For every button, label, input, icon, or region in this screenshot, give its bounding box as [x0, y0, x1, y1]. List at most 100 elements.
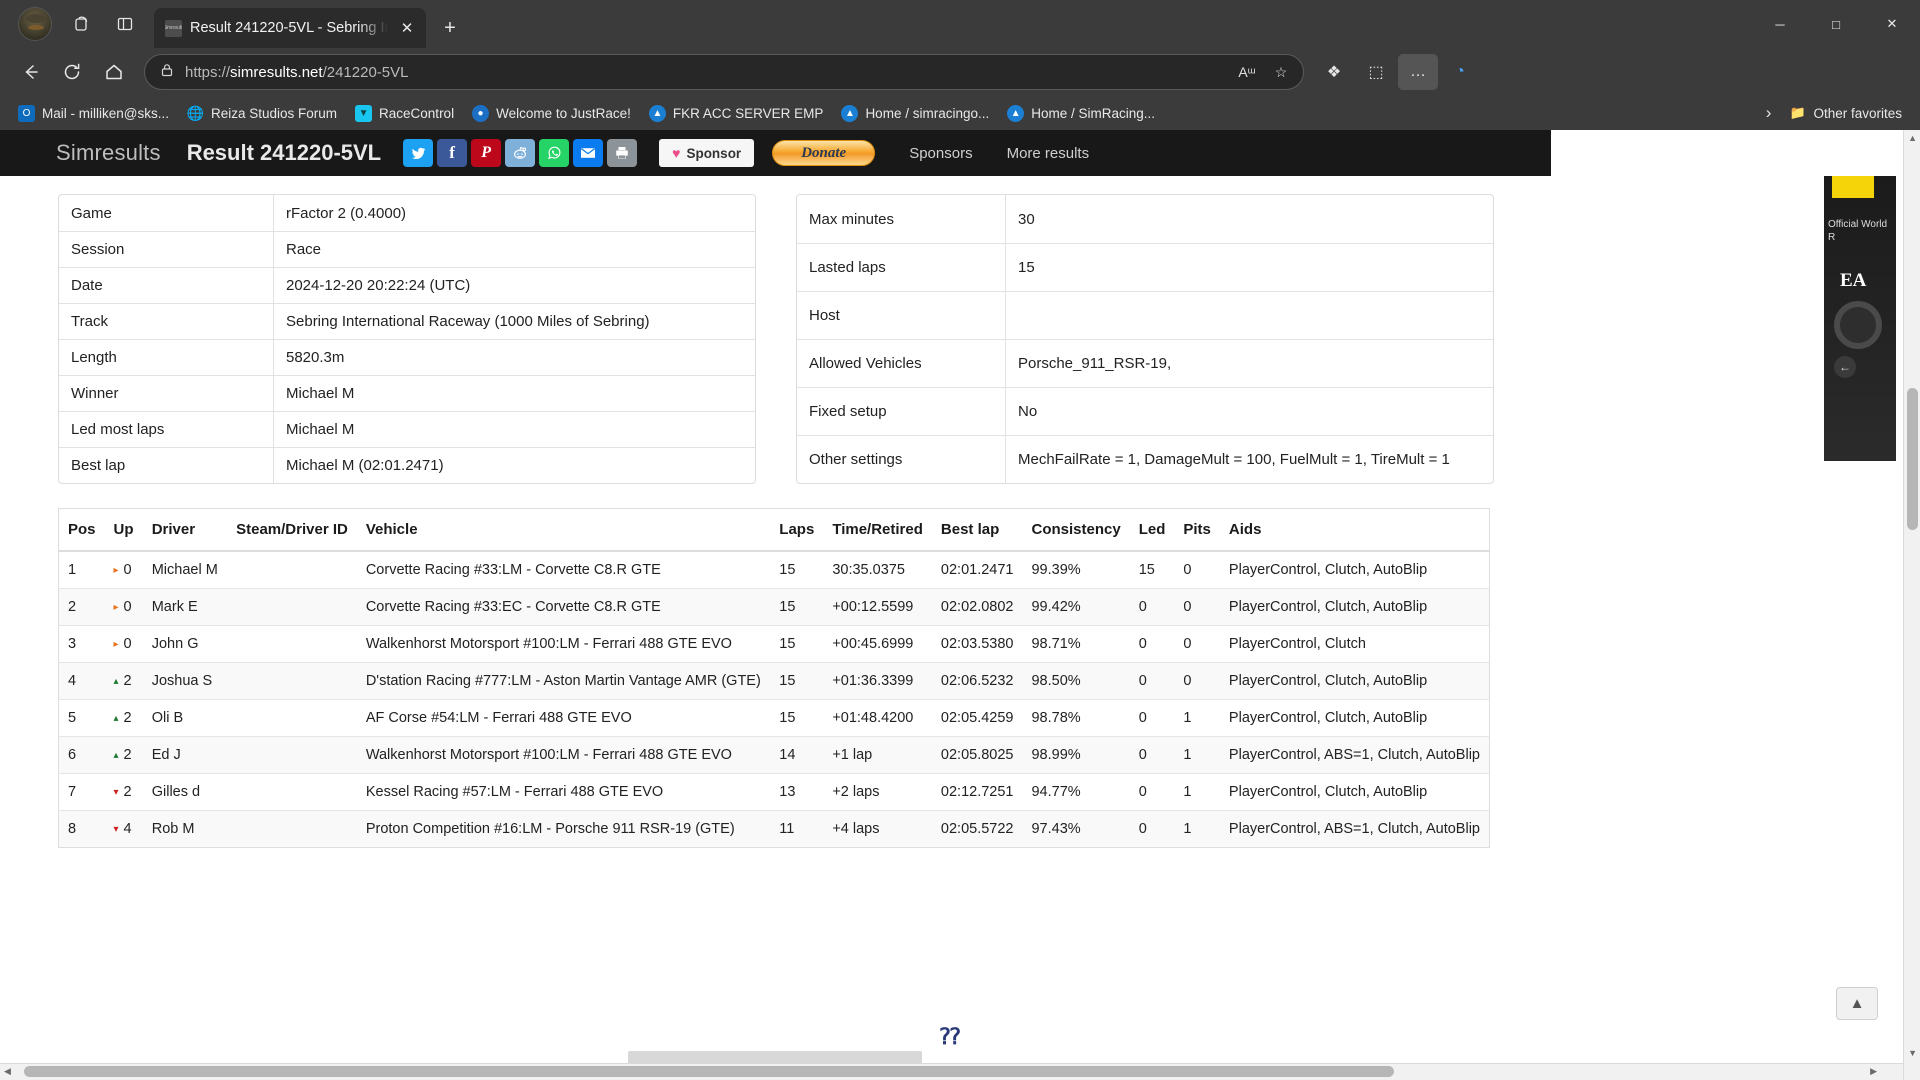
scroll-right-arrow-icon[interactable]: ▶: [1870, 1066, 1877, 1077]
scroll-left-arrow-icon[interactable]: ◀: [4, 1066, 11, 1077]
extensions-icon[interactable]: ❖: [1314, 54, 1354, 90]
ad-prev-arrow-icon[interactable]: ←: [1834, 356, 1856, 378]
column-header-aids[interactable]: Aids: [1219, 508, 1490, 552]
column-header-driver[interactable]: Driver: [142, 508, 228, 552]
position-change-value: 2: [123, 710, 132, 726]
table-row[interactable]: 2 ▸ 0 Mark E Corvette Racing #33:EC - Corvet…: [58, 588, 1490, 626]
horizontal-scroll-thumb[interactable]: [24, 1066, 1394, 1077]
favorite-star-icon[interactable]: ☆: [1265, 57, 1297, 87]
info-value: No: [1005, 387, 1493, 435]
info-value: 2024-12-20 20:22:24 (UTC): [273, 267, 755, 303]
column-header-led[interactable]: Led: [1129, 508, 1175, 552]
column-header-up[interactable]: Up: [104, 508, 143, 552]
result-cell-time: +01:48.4200: [823, 699, 932, 737]
back-to-top-button[interactable]: ▲: [1836, 987, 1878, 1020]
position-change-up-icon: ▴: [113, 676, 119, 687]
result-cell-led: 0: [1129, 736, 1175, 774]
site-brand[interactable]: Simresults: [56, 140, 161, 166]
settings-more-icon[interactable]: …: [1398, 54, 1438, 90]
column-header-pos[interactable]: Pos: [58, 508, 105, 552]
column-header-laps[interactable]: Laps: [770, 508, 824, 552]
result-cell-vehicle: Walkenhorst Motorsport #100:LM - Ferrari…: [356, 736, 771, 774]
column-header-best-lap[interactable]: Best lap: [931, 508, 1023, 552]
more-results-link[interactable]: More results: [1007, 145, 1090, 162]
copilot-icon[interactable]: ◔: [1440, 54, 1480, 90]
table-row[interactable]: 7 ▾ 2 Gilles d Kessel Racing #57:LM - Ferrar…: [58, 773, 1490, 811]
column-header-steam-driver-id[interactable]: Steam/Driver ID: [227, 508, 357, 552]
table-row[interactable]: 3 ▸ 0 John G Walkenhorst Motorsport #100:LM …: [58, 625, 1490, 663]
column-header-pits[interactable]: Pits: [1174, 508, 1220, 552]
column-header-consistency[interactable]: Consistency: [1022, 508, 1130, 552]
result-cell-pos: 4: [58, 662, 105, 700]
result-cell-pits: 1: [1174, 699, 1220, 737]
collections-icon[interactable]: ⬚: [1356, 54, 1396, 90]
scroll-down-arrow-icon[interactable]: ▼: [1908, 1048, 1917, 1058]
browser-title-bar: Simresults Result 241220-5VL - Sebring I…: [0, 0, 1920, 48]
refresh-icon[interactable]: [52, 54, 92, 90]
result-cell-laps: 14: [770, 736, 824, 774]
browser-tab[interactable]: Simresults Result 241220-5VL - Sebring I…: [154, 8, 426, 48]
race-results-table: Pos Up Driver Steam/Driver ID Vehicle La…: [58, 508, 1490, 848]
scroll-up-arrow-icon[interactable]: ▲: [1908, 133, 1917, 143]
back-icon[interactable]: [10, 54, 50, 90]
table-row[interactable]: 4 ▴ 2 Joshua S D'station Racing #777:LM - As…: [58, 662, 1490, 700]
reddit-share-button[interactable]: [505, 139, 536, 167]
address-bar[interactable]: https://simresults.net/241220-5VL Aᵚ ☆: [144, 54, 1304, 90]
table-row[interactable]: 6 ▴ 2 Ed J Walkenhorst Motorsport #100:LM - …: [58, 736, 1490, 774]
vertical-scroll-thumb[interactable]: [1907, 388, 1918, 530]
result-cell-laps: 13: [770, 773, 824, 811]
close-icon[interactable]: ✕: [396, 17, 418, 39]
result-cell-pits: 1: [1174, 810, 1220, 848]
column-header-vehicle[interactable]: Vehicle: [356, 508, 771, 552]
horizontal-scrollbar[interactable]: ◀ ▶: [0, 1063, 1903, 1080]
bookmark-item[interactable]: ● Welcome to JustRace!: [464, 100, 639, 126]
result-cell-consistency: 98.99%: [1022, 736, 1130, 774]
embedded-player-strip[interactable]: [628, 1051, 922, 1063]
info-value: MechFailRate = 1, DamageMult = 100, Fuel…: [1005, 435, 1493, 483]
tab-search-icon[interactable]: [64, 7, 102, 41]
bookmark-item[interactable]: ▼ RaceControl: [347, 100, 462, 126]
url-text: https://simresults.net/241220-5VL: [185, 63, 409, 81]
minimize-icon[interactable]: ─: [1752, 0, 1808, 48]
bookmarks-overflow-chevron[interactable]: ›: [1758, 100, 1780, 126]
close-window-icon[interactable]: ✕: [1864, 0, 1920, 48]
profile-avatar[interactable]: [18, 7, 52, 41]
bookmark-item[interactable]: ▲ Home / SimRacing...: [999, 100, 1163, 126]
info-row: Led most laps Michael M: [59, 411, 755, 447]
print-button[interactable]: [607, 139, 638, 167]
table-row[interactable]: 5 ▴ 2 Oli B AF Corse #54:LM - Ferrari 488 GT…: [58, 699, 1490, 737]
info-row: Session Race: [59, 231, 755, 267]
bookmark-item[interactable]: ▲ FKR ACC SERVER EMP: [641, 100, 832, 126]
read-aloud-icon[interactable]: Aᵚ: [1231, 57, 1263, 87]
table-row[interactable]: 8 ▾ 4 Rob M Proton Competition #16:LM - Pors…: [58, 810, 1490, 848]
result-cell-pos: 8: [58, 810, 105, 848]
maximize-icon[interactable]: □: [1808, 0, 1864, 48]
bookmark-item[interactable]: O Mail - milliken@sks...: [10, 100, 177, 126]
pinterest-share-button[interactable]: P: [471, 139, 502, 167]
split-screen-icon[interactable]: [106, 7, 144, 41]
facebook-share-button[interactable]: f: [437, 139, 468, 167]
result-cell-laps: 15: [770, 625, 824, 663]
result-cell-led: 0: [1129, 699, 1175, 737]
position-change-same-icon: ▸: [113, 565, 119, 576]
sponsors-link[interactable]: Sponsors: [909, 145, 972, 162]
new-tab-button[interactable]: +: [434, 12, 466, 44]
home-icon[interactable]: [94, 54, 134, 90]
info-row: Host: [797, 291, 1493, 339]
result-cell-consistency: 99.42%: [1022, 588, 1130, 626]
table-row[interactable]: 1 ▸ 0 Michael M Corvette Racing #33:LM - Cor…: [58, 550, 1490, 589]
browser-toolbar: https://simresults.net/241220-5VL Aᵚ ☆ ❖…: [0, 48, 1920, 96]
donate-button[interactable]: Donate: [772, 140, 876, 166]
other-favorites-folder[interactable]: 📁 Other favorites: [1781, 100, 1910, 126]
result-cell-driver: Oli B: [142, 699, 228, 737]
sponsor-button[interactable]: ♥ Sponsor: [659, 139, 755, 167]
bookmark-item[interactable]: 🌐 Reiza Studios Forum: [179, 100, 345, 126]
whatsapp-share-button[interactable]: [539, 139, 570, 167]
vertical-scrollbar[interactable]: ▲ ▼: [1903, 130, 1920, 1080]
advertisement-panel[interactable]: Official World R EA ←: [1824, 176, 1896, 461]
result-cell-steam-id: [227, 773, 357, 811]
twitter-share-button[interactable]: [403, 139, 434, 167]
bookmark-item[interactable]: ▲ Home / simracingo...: [833, 100, 997, 126]
column-header-time-retired[interactable]: Time/Retired: [823, 508, 932, 552]
email-share-button[interactable]: [573, 139, 604, 167]
